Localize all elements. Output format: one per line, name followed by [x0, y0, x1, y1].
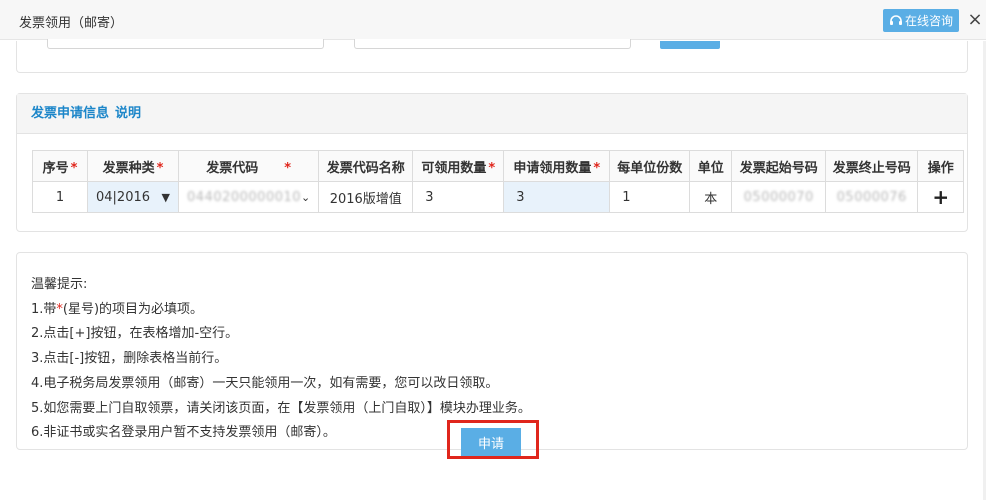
invoice-code-value: 0440200000010: [187, 189, 302, 205]
col-index-header: 序号 *: [32, 150, 88, 182]
query-panel: [16, 39, 968, 73]
explain-link[interactable]: 说明: [115, 106, 141, 121]
tip-line-4: 4.电子税务局发票领用（邮寄）一天只能领用一次，如有需要，您可以改日领取。: [31, 375, 499, 391]
start-number: 05000070: [731, 181, 827, 213]
col-request-header: 申请领用数量 *: [503, 150, 611, 182]
per-unit-count: 1: [609, 181, 691, 213]
online-consult-label: 在线咨询: [904, 14, 953, 28]
col-type-header: 发票种类 *: [87, 150, 179, 182]
required-star: *: [593, 160, 601, 176]
apply-info-heading: 发票申请信息 说明: [17, 94, 967, 134]
add-row-button[interactable]: +: [917, 181, 965, 213]
table-row: 1 04|2016 ▼ 0440200000010 ⌄ 2016版增值 3 3 1 …: [32, 181, 965, 213]
col-end-header: 发票终止号码: [825, 150, 919, 182]
invoice-code-name: 2016版增值: [318, 181, 414, 213]
tip-line-3: 3.点击[-]按钮，删除表格当前行。: [31, 351, 228, 367]
invoice-type-value: 04|2016: [96, 189, 151, 205]
col-code-header: 发票代码 *: [177, 150, 320, 182]
invoice-type-select[interactable]: 04|2016 ▼: [87, 181, 179, 213]
row-index: 1: [32, 181, 88, 213]
col-start-header: 发票起始号码: [731, 150, 827, 182]
col-per-unit-header: 每单位份数: [609, 150, 691, 182]
tip-line-5: 5.如您需要上门自取领票，请关闭该页面，在【发票领用（上门自取）】模块办理业务。: [31, 400, 531, 416]
dialog-title: 发票领用（邮寄）: [19, 16, 124, 31]
required-star: *: [70, 160, 78, 176]
col-action-header: 操作: [917, 150, 965, 182]
tip-line-2: 2.点击[+]按钮，在表格增加-空行。: [31, 326, 239, 342]
plus-icon: +: [932, 185, 950, 209]
available-quantity: 3: [412, 181, 505, 213]
close-icon[interactable]: ×: [966, 9, 984, 31]
required-star: *: [488, 160, 496, 176]
chevron-down-icon: ▼: [161, 190, 170, 204]
query-input-1[interactable]: [47, 39, 324, 49]
query-button[interactable]: [660, 41, 720, 49]
headset-icon: [889, 14, 902, 25]
invoice-apply-table: 序号 * 发票种类 * 发票代码 * 发票代码名称 可领用数量 * 申请领用数量 * 每单…: [32, 150, 965, 213]
online-consult-button[interactable]: 在线咨询: [883, 9, 959, 32]
dialog-titlebar: 发票领用（邮寄） 在线咨询 ×: [0, 0, 986, 40]
col-code-name-header: 发票代码名称: [318, 150, 414, 182]
apply-info-title: 发票申请信息: [31, 106, 110, 121]
end-number: 05000076: [825, 181, 919, 213]
request-quantity-input[interactable]: 3: [503, 181, 611, 213]
query-input-2[interactable]: [354, 39, 631, 49]
tip-line-1: 1.带*(星号)的项目为必填项。: [31, 301, 204, 317]
required-star: *: [284, 160, 292, 176]
unit: 本: [689, 181, 733, 213]
col-unit-header: 单位: [689, 150, 733, 182]
required-star: *: [156, 160, 164, 176]
chevron-down-icon: ⌄: [301, 190, 311, 204]
invoice-code-select[interactable]: 0440200000010 ⌄: [177, 181, 320, 213]
submit-button[interactable]: 申请: [461, 428, 521, 456]
apply-info-panel: 发票申请信息 说明 序号 * 发票种类 * 发票代码 * 发票代码名称 可领用数量 * 申…: [16, 93, 968, 232]
tips-title: 温馨提示:: [31, 277, 88, 292]
table-header-row: 序号 * 发票种类 * 发票代码 * 发票代码名称 可领用数量 * 申请领用数量 * 每单…: [32, 150, 965, 182]
col-available-header: 可领用数量 *: [412, 150, 505, 182]
